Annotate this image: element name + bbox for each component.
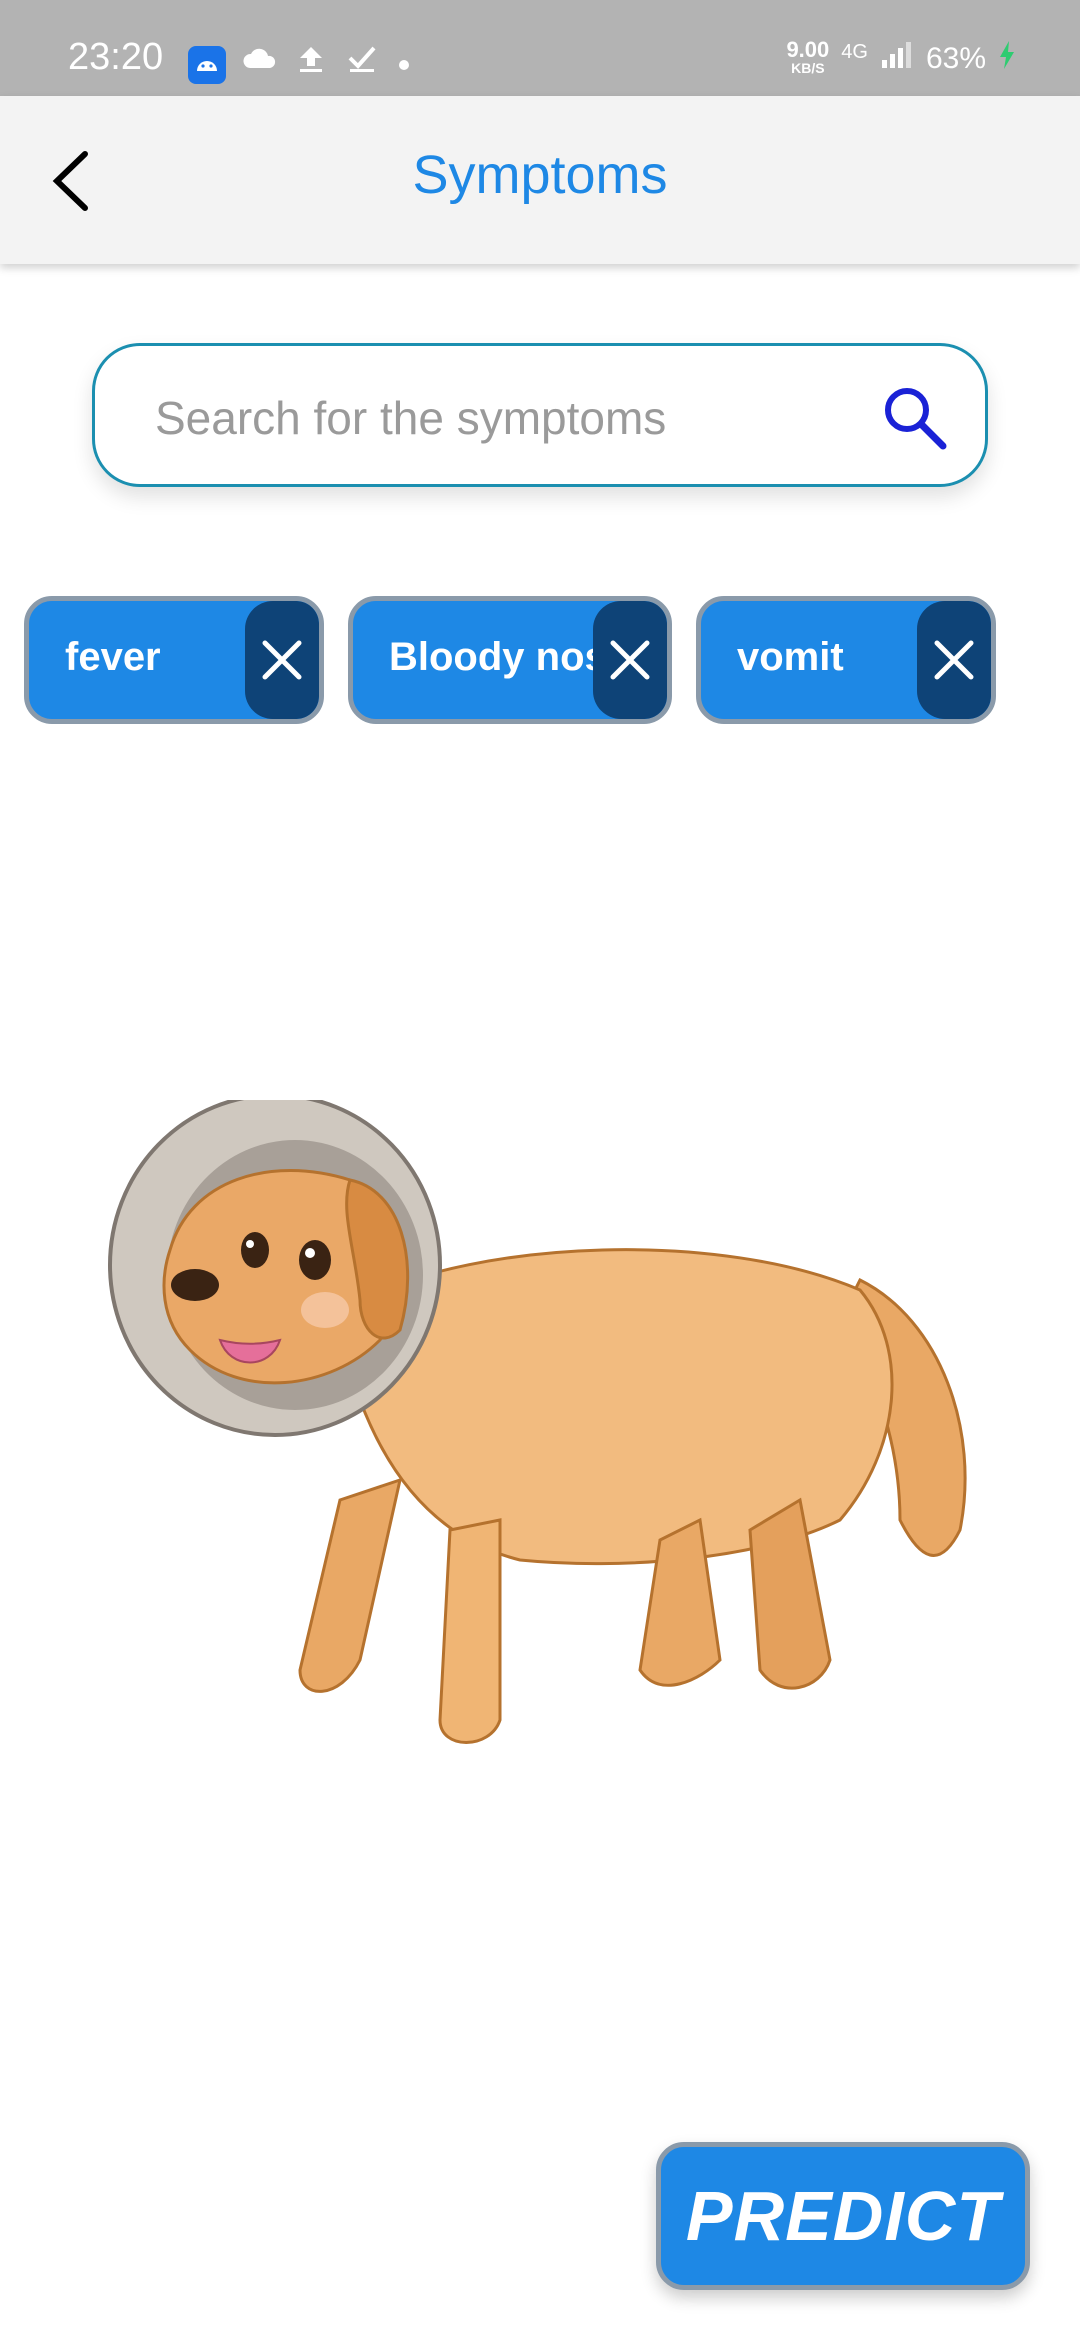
predict-button[interactable]: PREDICT [656, 2142, 1030, 2290]
symptom-chip-fever: fever [24, 596, 324, 724]
search-icon [885, 388, 947, 450]
chip-remove-button[interactable] [917, 601, 991, 719]
search-button[interactable] [879, 382, 951, 454]
signal-icon [880, 40, 914, 78]
cloud-icon [242, 44, 278, 75]
symptom-chip-bloody-nose: Bloody nose [348, 596, 672, 724]
status-right-group: 9.00 KB/S 4G 63% [786, 37, 1016, 78]
network-speed: 9.00 KB/S [786, 37, 830, 77]
close-icon [934, 640, 974, 680]
chip-remove-button[interactable] [245, 601, 319, 719]
chip-label: fever [65, 635, 161, 679]
page-title: Symptoms [412, 145, 668, 205]
android-icon [188, 46, 226, 84]
chip-remove-button[interactable] [593, 601, 667, 719]
close-icon [610, 640, 650, 680]
app-bar: Symptoms [0, 96, 1080, 264]
battery-level: 63% [925, 42, 986, 75]
predict-button-label: PREDICT [685, 2177, 1001, 2255]
chip-label: vomit [737, 635, 844, 679]
upload-icon [296, 44, 326, 79]
dot-icon [398, 58, 410, 76]
status-bar: 23:20 9.00 KB/S 4G 63% [0, 0, 1080, 96]
charging-icon [998, 40, 1016, 78]
speed-unit: KB/S [791, 60, 825, 76]
dog-with-cone-illustration [100, 1093, 980, 1800]
check-icon [346, 44, 378, 79]
search-input[interactable] [153, 382, 857, 454]
symptom-chip-vomit: vomit [696, 596, 996, 724]
close-icon [262, 640, 302, 680]
speed-value: 9.00 [786, 37, 830, 62]
status-time: 23:20 [68, 36, 164, 78]
network-type: 4G [841, 40, 868, 63]
search-bar [92, 343, 988, 487]
